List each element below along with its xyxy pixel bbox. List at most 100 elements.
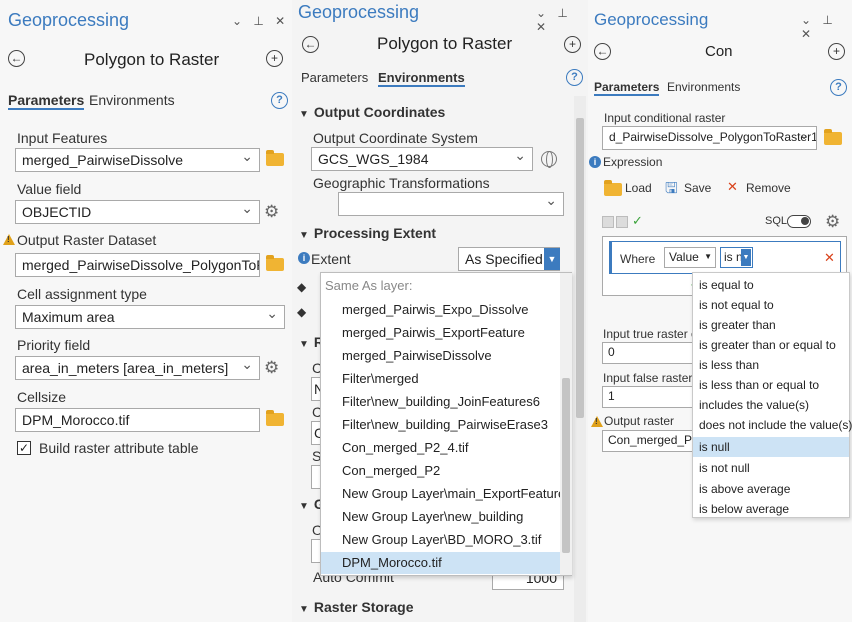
chevron-down-icon[interactable]: ▼ <box>544 248 560 270</box>
save-button[interactable]: Save <box>684 181 711 195</box>
back-icon[interactable]: ← <box>8 50 25 67</box>
dropdown-option[interactable]: New Group Layer\new_building <box>321 507 571 527</box>
gear-icon[interactable]: ⚙ <box>825 213 840 230</box>
clause-row[interactable]: Where Value ▼ is n ▼ ✕ <box>609 241 841 274</box>
operator-option[interactable]: is equal to <box>693 275 849 295</box>
dropdown-option[interactable]: Filter\new_building_JoinFeatures6 <box>321 392 571 412</box>
folder-browse-icon[interactable] <box>824 129 842 145</box>
chevron-down-icon: ▼ <box>741 249 751 266</box>
output-raster-input[interactable]: merged_PairwiseDissolve_PolygonToRast <box>15 253 260 277</box>
priority-field-dropdown[interactable]: area_in_meters [area_in_meters] <box>15 356 260 380</box>
operator-option[interactable]: includes the value(s) <box>693 395 849 415</box>
load-button[interactable]: Load <box>625 181 652 195</box>
operator-option[interactable]: is not null <box>693 458 849 478</box>
folder-browse-icon[interactable] <box>266 410 284 426</box>
tab-parameters[interactable]: Parameters <box>594 80 660 96</box>
operator-option-selected[interactable]: is null <box>693 437 849 457</box>
operator-option[interactable]: is less than <box>693 355 849 375</box>
operator-option[interactable]: does not include the value(s) <box>693 415 852 435</box>
dropdown-scrollbar-thumb[interactable] <box>562 378 570 553</box>
dropdown-option[interactable]: merged_Pairwis_ExportFeature <box>321 323 571 343</box>
field-dropdown[interactable]: Value ▼ <box>664 247 716 268</box>
verify-check-icon[interactable]: ✓ <box>632 213 643 229</box>
build-rat-checkbox[interactable]: ✓ <box>17 441 31 455</box>
back-icon[interactable]: ← <box>594 43 611 60</box>
back-icon[interactable]: ← <box>302 36 319 53</box>
tab-environments[interactable]: Environments <box>667 80 740 94</box>
remove-button[interactable]: Remove <box>746 181 791 195</box>
tab-parameters[interactable]: Parameters <box>301 70 368 85</box>
tool-title: Polygon to Raster <box>84 50 220 69</box>
gear-icon[interactable]: ⚙ <box>264 359 279 376</box>
operator-option[interactable]: is greater than or equal to <box>693 335 849 355</box>
delete-clause-icon[interactable]: ✕ <box>824 250 835 266</box>
operator-dropdown-list[interactable]: is equal to is not equal to is greater t… <box>692 272 852 519</box>
dropdown-option[interactable]: Con_merged_P2 <box>321 461 571 481</box>
add-icon[interactable]: + <box>828 43 845 60</box>
gear-icon[interactable]: ⚙ <box>264 203 279 220</box>
dropdown-option[interactable]: merged_PairwiseDissolve <box>321 346 571 366</box>
operator-option[interactable]: is below average <box>693 499 849 519</box>
pane-controls[interactable]: ⌄ ⊥ ✕ <box>232 14 289 28</box>
add-icon[interactable]: + <box>564 36 581 53</box>
help-icon[interactable]: ? <box>566 69 583 86</box>
cellsize-input[interactable]: DPM_Morocco.tif <box>15 408 260 432</box>
globe-icon[interactable] <box>541 151 557 168</box>
dropdown-option[interactable]: merged_Pairwis_Expo_Dissolve <box>321 300 571 320</box>
section-processing-extent[interactable]: ▼ Processing Extent <box>299 225 436 241</box>
section-label: Output Coordinates <box>313 104 446 120</box>
tab-environments[interactable]: Environments <box>89 92 175 108</box>
extent-label: Extent <box>311 251 351 267</box>
output-raster-label: Output raster <box>604 414 675 428</box>
true-raster-input[interactable]: 0 <box>602 342 702 364</box>
operator-option[interactable]: is greater than <box>693 315 849 335</box>
geo-trans-dropdown[interactable] <box>338 192 564 216</box>
tool-title: Con <box>705 43 733 60</box>
expression-label: Expression <box>603 155 663 169</box>
remove-x-icon[interactable]: ✕ <box>727 179 738 195</box>
dropdown-option-selected[interactable]: DPM_Morocco.tif <box>321 552 571 574</box>
geoprocessing-pane-environments: Geoprocessing ⌄ ⊥ ✕ ← Polygon to Raster … <box>292 0 588 622</box>
sql-toggle[interactable] <box>787 215 811 228</box>
help-icon[interactable]: ? <box>830 79 847 96</box>
pane-controls[interactable]: ⌄ ⊥ ✕ <box>536 6 588 34</box>
folder-browse-icon[interactable] <box>266 255 284 271</box>
pane-scrollbar-thumb[interactable] <box>576 118 584 418</box>
tab-environments[interactable]: Environments <box>378 70 465 87</box>
output-cs-dropdown[interactable]: GCS_WGS_1984 <box>311 147 533 171</box>
hidden-fragment: ◆ <box>297 280 307 294</box>
input-conditional-dropdown[interactable]: d_PairwiseDissolve_PolygonToRaster1 <box>602 126 817 150</box>
dropdown-option[interactable]: Con_merged_P2_4.tif <box>321 438 571 458</box>
operator-option[interactable]: is less than or equal to <box>693 375 849 395</box>
dropdown-option[interactable]: Filter\new_building_PairwiseErase3 <box>321 415 571 435</box>
extent-dropdown-list[interactable]: Same As layer: merged_Pairwis_Expo_Disso… <box>320 272 572 576</box>
dropdown-option[interactable]: Filter\merged <box>321 369 571 389</box>
pane-title: Geoprocessing <box>8 10 130 30</box>
save-icon[interactable]: 🖫 <box>665 178 678 203</box>
cell-assignment-dropdown[interactable]: Maximum area <box>15 305 285 329</box>
folder-browse-icon[interactable] <box>266 150 284 166</box>
operator-option[interactable]: is above average <box>693 479 849 499</box>
help-icon[interactable]: ? <box>271 92 288 109</box>
add-icon[interactable]: + <box>266 50 283 67</box>
value-field-dropdown[interactable]: OBJECTID <box>15 200 260 224</box>
collapse-all-icon[interactable] <box>616 216 628 228</box>
load-folder-icon[interactable] <box>604 180 622 196</box>
section-raster-storage[interactable]: ▼ Raster Storage <box>299 599 414 615</box>
warning-icon <box>3 234 15 245</box>
input-features-dropdown[interactable]: merged_PairwiseDissolve <box>15 148 260 172</box>
output-raster-input[interactable]: Con_merged_P2 <box>602 430 702 452</box>
tab-parameters[interactable]: Parameters <box>8 92 85 110</box>
operator-option[interactable]: is not equal to <box>693 295 849 315</box>
cell-assignment-label: Cell assignment type <box>17 286 147 302</box>
dropdown-option[interactable]: New Group Layer\main_ExportFeatures <box>321 484 572 504</box>
dropdown-option[interactable]: New Group Layer\BD_MORO_3.tif <box>321 530 571 550</box>
expand-all-icon[interactable] <box>602 216 614 228</box>
false-raster-input[interactable]: 1 <box>602 386 702 408</box>
false-raster-label: Input false raster c <box>603 371 702 385</box>
operator-dropdown[interactable]: is n ▼ <box>720 247 753 268</box>
pane-controls[interactable]: ⌄ ⊥ ✕ <box>801 13 852 41</box>
section-label: Raster Storage <box>313 599 414 615</box>
geoprocessing-pane-polygon-to-raster: Geoprocessing ⌄ ⊥ ✕ ← Polygon to Raster … <box>0 0 292 622</box>
section-output-coordinates[interactable]: ▼ Output Coordinates <box>299 104 445 120</box>
